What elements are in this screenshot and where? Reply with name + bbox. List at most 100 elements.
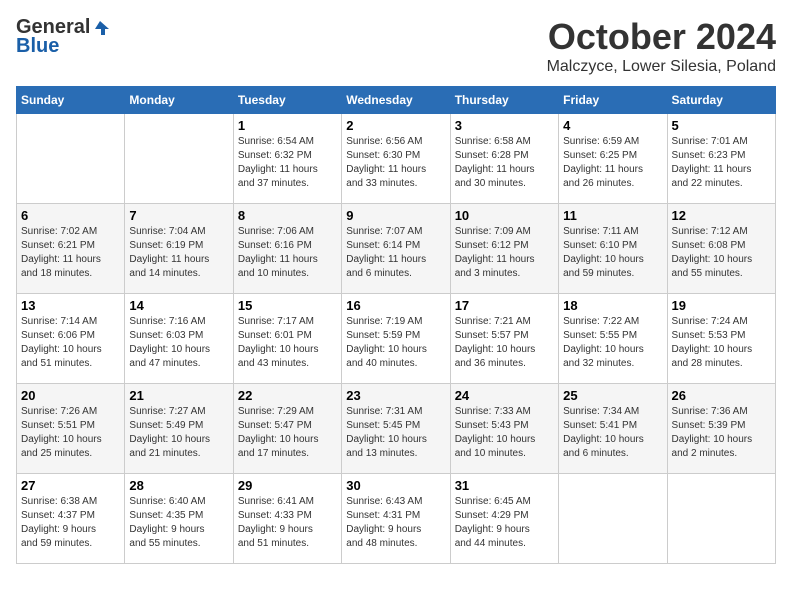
weekday-header-saturday: Saturday [667,87,775,114]
calendar-cell: 26 Sunrise: 7:36 AM Sunset: 5:39 PM Dayli… [667,384,775,474]
day-info: Sunrise: 7:02 AM Sunset: 6:21 PM Dayligh… [21,225,120,281]
day-number: 29 [238,478,337,493]
weekday-header-thursday: Thursday [450,87,558,114]
day-info: Sunrise: 7:11 AM Sunset: 6:10 PM Dayligh… [563,225,662,281]
day-number: 19 [672,298,771,313]
calendar-week-row: 6 Sunrise: 7:02 AM Sunset: 6:21 PM Daylig… [17,204,776,294]
day-info: Sunrise: 7:12 AM Sunset: 6:08 PM Dayligh… [672,225,771,281]
logo: General Blue [16,16,110,58]
calendar-week-row: 1 Sunrise: 6:54 AM Sunset: 6:32 PM Daylig… [17,114,776,204]
day-number: 23 [346,388,445,403]
day-number: 12 [672,208,771,223]
day-number: 18 [563,298,662,313]
calendar-week-row: 20 Sunrise: 7:26 AM Sunset: 5:51 PM Dayli… [17,384,776,474]
calendar-cell: 22 Sunrise: 7:29 AM Sunset: 5:47 PM Dayli… [233,384,341,474]
weekday-header-wednesday: Wednesday [342,87,450,114]
day-info: Sunrise: 7:14 AM Sunset: 6:06 PM Dayligh… [21,315,120,371]
day-number: 10 [455,208,554,223]
calendar-cell: 29Sunrise: 6:41 AM Sunset: 4:33 PM Dayli… [233,474,341,564]
day-number: 27 [21,478,120,493]
month-title: October 2024 [547,16,776,58]
day-info: Sunrise: 7:24 AM Sunset: 5:53 PM Dayligh… [672,315,771,371]
day-info: Sunrise: 7:01 AM Sunset: 6:23 PM Dayligh… [672,135,771,191]
calendar-week-row: 27 Sunrise: 6:38 AM Sunset: 4:37 PM Dayli… [17,474,776,564]
calendar-cell: 10 Sunrise: 7:09 AM Sunset: 6:12 PM Dayli… [450,204,558,294]
logo-bird-icon [91,19,109,37]
day-info: Sunrise: 6:45 AM Sunset: 4:29 PM Dayligh… [455,495,554,551]
weekday-header-tuesday: Tuesday [233,87,341,114]
calendar-cell: 8 Sunrise: 7:06 AM Sunset: 6:16 PM Daylig… [233,204,341,294]
day-number: 22 [238,388,337,403]
day-info: Sunrise: 7:22 AM Sunset: 5:55 PM Dayligh… [563,315,662,371]
calendar-cell [667,474,775,564]
calendar-cell: 20 Sunrise: 7:26 AM Sunset: 5:51 PM Dayli… [17,384,125,474]
calendar-cell: 27 Sunrise: 6:38 AM Sunset: 4:37 PM Dayli… [17,474,125,564]
calendar-cell: 15Sunrise: 7:17 AM Sunset: 6:01 PM Dayli… [233,294,341,384]
calendar-cell: 13 Sunrise: 7:14 AM Sunset: 6:06 PM Dayli… [17,294,125,384]
calendar-cell: 7 Sunrise: 7:04 AM Sunset: 6:19 PM Daylig… [125,204,233,294]
day-info: Sunrise: 6:38 AM Sunset: 4:37 PM Dayligh… [21,495,120,551]
calendar-cell: 17Sunrise: 7:21 AM Sunset: 5:57 PM Dayli… [450,294,558,384]
day-info: Sunrise: 7:26 AM Sunset: 5:51 PM Dayligh… [21,405,120,461]
day-info: Sunrise: 6:56 AM Sunset: 6:30 PM Dayligh… [346,135,445,191]
day-number: 8 [238,208,337,223]
day-info: Sunrise: 7:29 AM Sunset: 5:47 PM Dayligh… [238,405,337,461]
calendar-cell: 4Sunrise: 6:59 AM Sunset: 6:25 PM Daylig… [559,114,667,204]
day-info: Sunrise: 7:09 AM Sunset: 6:12 PM Dayligh… [455,225,554,281]
calendar-cell: 24Sunrise: 7:33 AM Sunset: 5:43 PM Dayli… [450,384,558,474]
day-info: Sunrise: 6:43 AM Sunset: 4:31 PM Dayligh… [346,495,445,551]
day-number: 26 [672,388,771,403]
calendar-cell [125,114,233,204]
calendar-week-row: 13 Sunrise: 7:14 AM Sunset: 6:06 PM Dayli… [17,294,776,384]
day-info: Sunrise: 7:04 AM Sunset: 6:19 PM Dayligh… [129,225,228,281]
logo-blue-text: Blue [16,35,59,58]
day-number: 30 [346,478,445,493]
calendar-cell: 2Sunrise: 6:56 AM Sunset: 6:30 PM Daylig… [342,114,450,204]
day-info: Sunrise: 7:07 AM Sunset: 6:14 PM Dayligh… [346,225,445,281]
weekday-header-row: SundayMondayTuesdayWednesdayThursdayFrid… [17,87,776,114]
calendar-table: SundayMondayTuesdayWednesdayThursdayFrid… [16,86,776,564]
day-number: 7 [129,208,228,223]
title-section: October 2024 Malczyce, Lower Silesia, Po… [547,16,776,76]
day-number: 9 [346,208,445,223]
calendar-cell: 23 Sunrise: 7:31 AM Sunset: 5:45 PM Dayli… [342,384,450,474]
day-info: Sunrise: 6:58 AM Sunset: 6:28 PM Dayligh… [455,135,554,191]
calendar-cell: 3Sunrise: 6:58 AM Sunset: 6:28 PM Daylig… [450,114,558,204]
page-header: General Blue October 2024 Malczyce, Lowe… [16,16,776,76]
day-number: 28 [129,478,228,493]
day-info: Sunrise: 7:27 AM Sunset: 5:49 PM Dayligh… [129,405,228,461]
day-info: Sunrise: 7:33 AM Sunset: 5:43 PM Dayligh… [455,405,554,461]
day-number: 6 [21,208,120,223]
day-number: 15 [238,298,337,313]
day-info: Sunrise: 7:16 AM Sunset: 6:03 PM Dayligh… [129,315,228,371]
calendar-cell: 16 Sunrise: 7:19 AM Sunset: 5:59 PM Dayli… [342,294,450,384]
calendar-cell [17,114,125,204]
calendar-cell: 25Sunrise: 7:34 AM Sunset: 5:41 PM Dayli… [559,384,667,474]
day-info: Sunrise: 7:06 AM Sunset: 6:16 PM Dayligh… [238,225,337,281]
calendar-cell: 28 Sunrise: 6:40 AM Sunset: 4:35 PM Dayli… [125,474,233,564]
calendar-cell: 30 Sunrise: 6:43 AM Sunset: 4:31 PM Dayli… [342,474,450,564]
day-number: 16 [346,298,445,313]
day-info: Sunrise: 6:40 AM Sunset: 4:35 PM Dayligh… [129,495,228,551]
day-number: 1 [238,118,337,133]
calendar-cell [559,474,667,564]
day-number: 11 [563,208,662,223]
day-info: Sunrise: 7:36 AM Sunset: 5:39 PM Dayligh… [672,405,771,461]
day-info: Sunrise: 6:54 AM Sunset: 6:32 PM Dayligh… [238,135,337,191]
weekday-header-friday: Friday [559,87,667,114]
calendar-cell: 19 Sunrise: 7:24 AM Sunset: 5:53 PM Dayli… [667,294,775,384]
day-number: 20 [21,388,120,403]
day-number: 31 [455,478,554,493]
calendar-cell: 12 Sunrise: 7:12 AM Sunset: 6:08 PM Dayli… [667,204,775,294]
day-number: 5 [672,118,771,133]
day-number: 13 [21,298,120,313]
calendar-cell: 11 Sunrise: 7:11 AM Sunset: 6:10 PM Dayli… [559,204,667,294]
calendar-cell: 18 Sunrise: 7:22 AM Sunset: 5:55 PM Dayli… [559,294,667,384]
location: Malczyce, Lower Silesia, Poland [547,58,776,76]
day-number: 17 [455,298,554,313]
calendar-cell: 14 Sunrise: 7:16 AM Sunset: 6:03 PM Dayli… [125,294,233,384]
calendar-cell: 9 Sunrise: 7:07 AM Sunset: 6:14 PM Daylig… [342,204,450,294]
day-number: 14 [129,298,228,313]
day-info: Sunrise: 7:19 AM Sunset: 5:59 PM Dayligh… [346,315,445,371]
day-info: Sunrise: 7:31 AM Sunset: 5:45 PM Dayligh… [346,405,445,461]
